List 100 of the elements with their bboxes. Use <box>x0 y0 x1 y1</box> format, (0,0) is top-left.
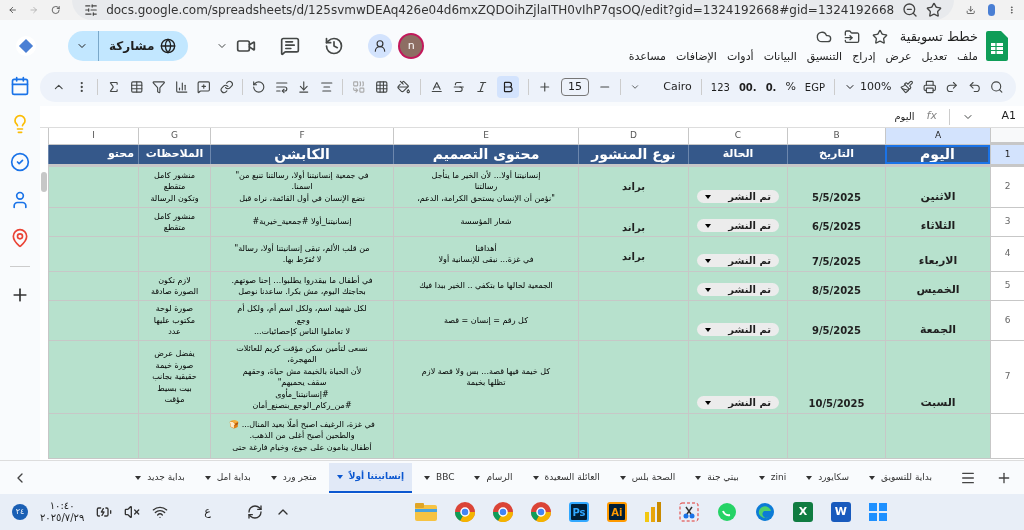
extension-icon[interactable] <box>987 4 995 16</box>
row-number[interactable]: 2 <box>990 167 1024 208</box>
font-size-field[interactable]: 15 <box>560 77 589 97</box>
sheet-tab[interactable]: بداية جديد <box>127 462 193 493</box>
contacts-icon[interactable] <box>10 190 30 210</box>
undo-icon[interactable] <box>967 79 982 95</box>
browser-icon[interactable] <box>754 502 775 522</box>
formula-field[interactable]: اليوم <box>48 109 915 124</box>
sheet-tab[interactable]: العائلة السعيدة <box>524 462 608 493</box>
comment-icon[interactable] <box>280 36 301 56</box>
decrease-decimals-button[interactable]: .0 <box>765 79 777 95</box>
row-number[interactable]: 6 <box>990 301 1024 341</box>
status-dropdown[interactable]: تم النشر <box>697 219 779 232</box>
row-number[interactable]: 3 <box>990 208 1024 237</box>
column-header[interactable]: G <box>138 128 210 145</box>
status-dropdown[interactable]: تم النشر <box>697 396 779 409</box>
vertical-align-icon[interactable] <box>297 79 311 95</box>
chart-icon[interactable] <box>644 502 661 522</box>
notification-badge[interactable]: ٢٤ <box>12 504 28 520</box>
status-dropdown[interactable]: تم النشر <box>697 323 779 336</box>
column-header[interactable]: F <box>210 128 393 145</box>
menu-item[interactable]: عرض <box>885 48 912 65</box>
increase-decimals-button[interactable]: .00 <box>738 79 757 95</box>
functions-icon[interactable] <box>107 79 121 95</box>
menu-item[interactable]: مساعدة <box>628 48 666 65</box>
sheet-tab[interactable]: سكايورد <box>798 462 857 493</box>
browser-icon[interactable] <box>530 502 551 522</box>
zoom-select[interactable]: 100% <box>843 78 892 96</box>
map-pin-icon[interactable] <box>10 228 30 248</box>
move-folder-icon[interactable] <box>843 28 860 45</box>
document-title[interactable]: خطط تسويقية <box>899 27 978 47</box>
rotate-icon[interactable] <box>252 79 266 95</box>
row-number[interactable]: 7 <box>990 341 1024 414</box>
sheet-tab[interactable]: BBC <box>416 462 463 493</box>
wifi-icon[interactable] <box>152 504 169 520</box>
sheet-tab[interactable]: متجر ورد <box>262 462 325 493</box>
browser-icon[interactable] <box>454 502 475 522</box>
status-dropdown[interactable]: تم النشر <box>697 283 779 296</box>
sync-icon[interactable] <box>246 504 263 520</box>
bold-button[interactable] <box>497 76 520 98</box>
status-dropdown[interactable]: تم النشر <box>697 254 779 267</box>
app-icon[interactable]: Ai <box>606 502 627 522</box>
filter-icon[interactable] <box>152 79 166 95</box>
comment-icon[interactable] <box>197 79 211 95</box>
paint-format-icon[interactable] <box>900 79 914 95</box>
row-number[interactable]: 4 <box>990 237 1024 272</box>
menu-item[interactable]: أدوات <box>726 48 754 65</box>
italic-icon[interactable] <box>474 79 489 95</box>
borders-icon[interactable] <box>374 79 389 95</box>
address-bar[interactable]: docs.google.com/spreadsheets/d/125svmwDEAq426e04d6mxZQDOihZjlaITH0vIhP7qsOQ/edit?gid=1324192668#gid=1324192668 <box>72 0 955 20</box>
sheet-tab[interactable]: zini <box>750 462 795 493</box>
app-launcher-icon[interactable] <box>16 36 36 56</box>
history-icon[interactable] <box>324 36 345 56</box>
strikethrough-icon[interactable] <box>452 79 466 95</box>
sheet-tab[interactable]: الرسام <box>466 462 521 493</box>
site-settings-icon[interactable] <box>84 3 99 17</box>
sheet-tab[interactable]: بداية للتسويق <box>860 462 940 493</box>
status-dropdown[interactable]: تم النشر <box>697 190 779 203</box>
mute-icon[interactable] <box>124 504 141 520</box>
link-icon[interactable] <box>219 79 234 95</box>
browser-icon[interactable] <box>492 502 513 522</box>
search-icon[interactable] <box>990 79 1004 95</box>
column-header[interactable]: E <box>393 128 578 145</box>
column-header[interactable]: D <box>578 128 688 145</box>
cell-reference[interactable]: A1 <box>986 108 1016 125</box>
menu-item[interactable]: الإضافات <box>675 48 717 65</box>
scissors-icon[interactable] <box>678 502 699 522</box>
font-select[interactable]: Cairo <box>649 78 692 96</box>
star-icon[interactable] <box>871 28 888 45</box>
chart-icon[interactable] <box>174 79 189 95</box>
menu-item[interactable]: ملف <box>957 48 978 65</box>
app-icon[interactable]: Ps <box>568 502 589 522</box>
sheet-tab[interactable]: بداية امل <box>196 462 259 493</box>
redo-icon[interactable] <box>945 79 959 95</box>
sheet-tab[interactable]: إنسانيتنا أولاً <box>328 462 412 493</box>
collaborator-icon[interactable] <box>368 34 393 58</box>
column-header[interactable]: I <box>48 128 138 145</box>
spreadsheet-logo-icon[interactable] <box>986 31 1008 61</box>
print-icon[interactable] <box>922 79 937 95</box>
menu-item[interactable]: التنسيق <box>806 48 843 65</box>
calendar-icon[interactable] <box>10 76 30 96</box>
scrollbar-thumb[interactable] <box>41 172 47 192</box>
app-icon[interactable]: X <box>792 502 813 522</box>
tasks-icon[interactable] <box>10 152 30 172</box>
text-color-icon[interactable] <box>429 79 444 95</box>
windows-icon[interactable] <box>868 503 887 521</box>
share-button[interactable]: مشاركة <box>68 31 189 61</box>
percent-button[interactable]: % <box>785 78 796 96</box>
menu-item[interactable]: إدراج <box>852 48 876 65</box>
menu-item[interactable]: تعديل <box>921 48 948 65</box>
number-format-button[interactable]: 123 <box>710 79 730 95</box>
avatar[interactable]: n <box>400 35 423 57</box>
column-header[interactable]: A <box>885 128 990 145</box>
bookmark-icon[interactable] <box>926 2 943 18</box>
wrap-icon[interactable] <box>274 79 289 95</box>
language-indicator[interactable]: ع <box>204 503 211 521</box>
column-header[interactable]: C <box>688 128 787 145</box>
currency-button[interactable]: EGP <box>804 79 825 95</box>
row-number[interactable]: 1 <box>990 145 1024 164</box>
app-icon[interactable]: W <box>830 502 851 522</box>
